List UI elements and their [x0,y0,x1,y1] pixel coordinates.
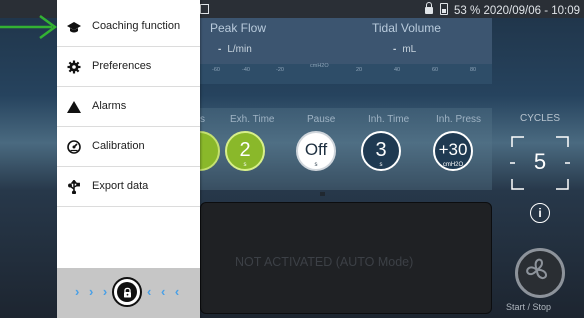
exh-time-label: Exh. Time [230,114,275,125]
cycles-counter[interactable]: 5 [510,135,570,191]
alarm-status-text: NOT ACTIVATED (AUTO Mode) [235,255,414,269]
lock-icon [117,282,137,302]
scale-tick: 20 [356,67,363,73]
scale-tick: cmH2O [310,63,329,69]
pause-value: Off [304,140,328,159]
battery-icon [439,3,448,15]
alarm-panel: NOT ACTIVATED (AUTO Mode) [200,202,492,314]
scale-tick: 60 [432,67,439,73]
settings-knobs: s Exh. Time Pause Inh. Time Inh. Press 2… [180,108,492,196]
cycles-value: 5 [533,149,547,174]
inh-press-label: Inh. Press [436,114,482,125]
peak-flow-unit: L/min [227,44,252,55]
menu-item-calibration[interactable]: Calibration [57,127,200,167]
usb-icon [68,180,80,194]
chevron-right-icon: › › › [75,284,111,299]
peak-flow-value: - [218,44,222,55]
inh-press-unit: cmH2O [442,162,464,168]
pause-unit: s [314,162,318,168]
menu-item-label: Alarms [92,100,127,112]
pressure-scale: -60 -40 -20 cmH2O 20 40 60 80 [200,63,492,84]
inh-time-unit: s [379,162,383,168]
inh-press-knob[interactable]: +30 cmH2O [433,131,473,171]
gear-icon [67,60,81,74]
scale-tick: -20 [276,67,284,73]
screen-lock-bar: › › › ‹ ‹ ‹ [57,268,200,318]
menu-item-alarms[interactable]: Alarms [57,87,200,127]
navigation-drawer: Coaching function Preferences Alarms Cal… [57,0,200,318]
menu-item-label: Preferences [92,60,152,72]
measurement-panel: Peak Flow Tidal Volume - L/min - mL [200,18,492,64]
exh-time-unit: s [243,162,247,168]
tidal-volume-value: - [393,44,397,55]
scale-tick: 80 [470,67,477,73]
cut-label: s [200,114,205,125]
pause-label: Pause [307,114,336,125]
annotation-arrow-icon [0,14,58,40]
menu-item-label: Export data [92,180,149,192]
inh-press-value: +30 [438,140,468,159]
menu-item-export-data[interactable]: Export data [57,167,200,207]
inh-time-knob[interactable]: 3 s [361,131,401,171]
menu-item-coaching-function[interactable]: Coaching function [57,7,200,47]
warning-triangle-icon [67,101,81,113]
scale-tick: -40 [242,67,250,73]
menu-item-label: Coaching function [92,20,181,32]
start-stop-label: Start / Stop [506,302,552,312]
info-icon[interactable]: i [530,203,550,223]
chevron-left-icon: ‹ ‹ ‹ [147,284,183,299]
tidal-volume-label: Tidal Volume [372,21,441,35]
scale-tick: -60 [212,67,220,73]
notification-icon [200,4,209,14]
menu-item-preferences[interactable]: Preferences [57,47,200,87]
cycles-label: CYCLES [520,113,561,124]
battery-level: 53 % [454,5,481,17]
graduation-cap-icon [67,22,81,33]
inh-time-value: 3 [375,139,387,161]
lock-button[interactable] [112,277,142,307]
exh-time-knob[interactable]: 2 s [225,131,265,171]
gauge-icon [67,140,81,154]
scale-tick: 40 [394,67,401,73]
peak-flow-label: Peak Flow [210,21,267,35]
pause-knob[interactable]: Off s [296,131,336,171]
fan-icon[interactable] [515,248,565,298]
menu-item-label: Calibration [92,140,145,152]
lock-status-icon [424,2,433,14]
datetime: 2020/09/06 - 10:09 [483,5,580,17]
exh-time-value: 2 [239,139,251,161]
tidal-volume-unit: mL [402,44,417,55]
small-lock-icon [320,192,325,196]
inh-time-label: Inh. Time [368,114,410,125]
